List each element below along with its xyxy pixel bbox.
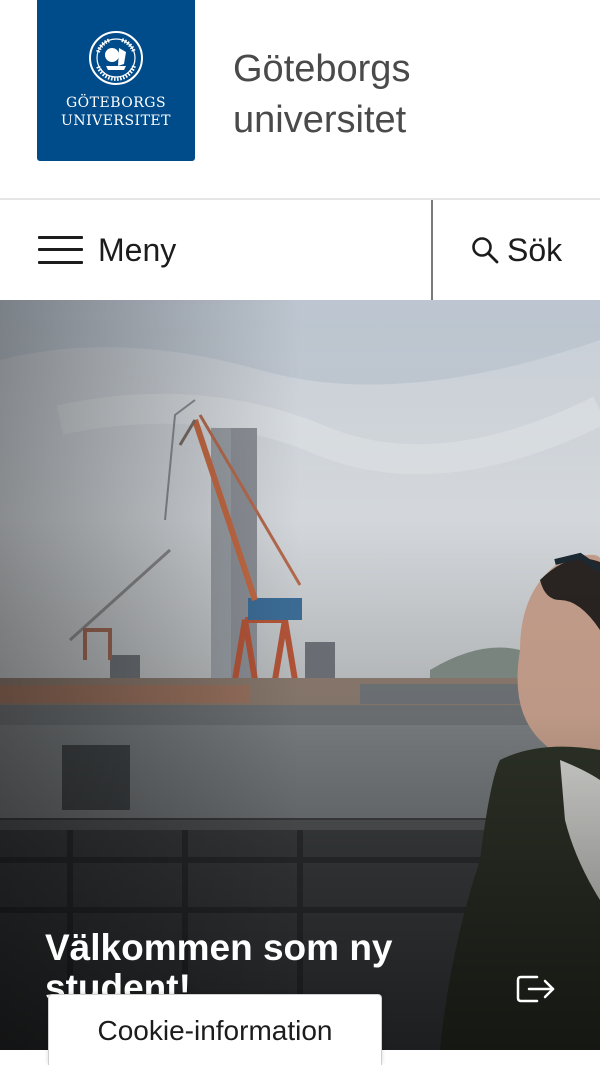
- hamburger-icon: [38, 235, 83, 265]
- logo-text-line1: GÖTEBORGS: [65, 95, 167, 111]
- wordmark-line1: Göteborgs: [233, 48, 411, 90]
- external-link-icon[interactable]: [515, 973, 557, 1005]
- logo-text-line2: UNIVERSITET: [61, 113, 171, 129]
- university-wordmark: Göteborgs universitet: [233, 44, 410, 146]
- cookie-label: Cookie-information: [97, 1015, 333, 1046]
- navbar-divider: [431, 200, 433, 300]
- main-navbar: Meny Sök: [0, 200, 600, 300]
- menu-button[interactable]: Meny: [38, 226, 176, 274]
- wordmark-line2: universitet: [233, 99, 407, 141]
- cookie-information-button[interactable]: Cookie-information: [48, 994, 382, 1065]
- logo-text: GÖTEBORGS UNIVERSITET: [61, 94, 171, 130]
- search-label: Sök: [507, 231, 563, 268]
- hero-banner[interactable]: Välkommen som ny student!: [0, 300, 600, 1050]
- search-icon: [472, 237, 499, 264]
- university-seal-icon: [89, 31, 143, 85]
- site-header: GÖTEBORGS UNIVERSITET Göteborgs universi…: [0, 0, 600, 200]
- menu-label: Meny: [98, 231, 177, 268]
- university-logo[interactable]: GÖTEBORGS UNIVERSITET: [37, 0, 195, 161]
- search-button[interactable]: Sök: [470, 226, 562, 274]
